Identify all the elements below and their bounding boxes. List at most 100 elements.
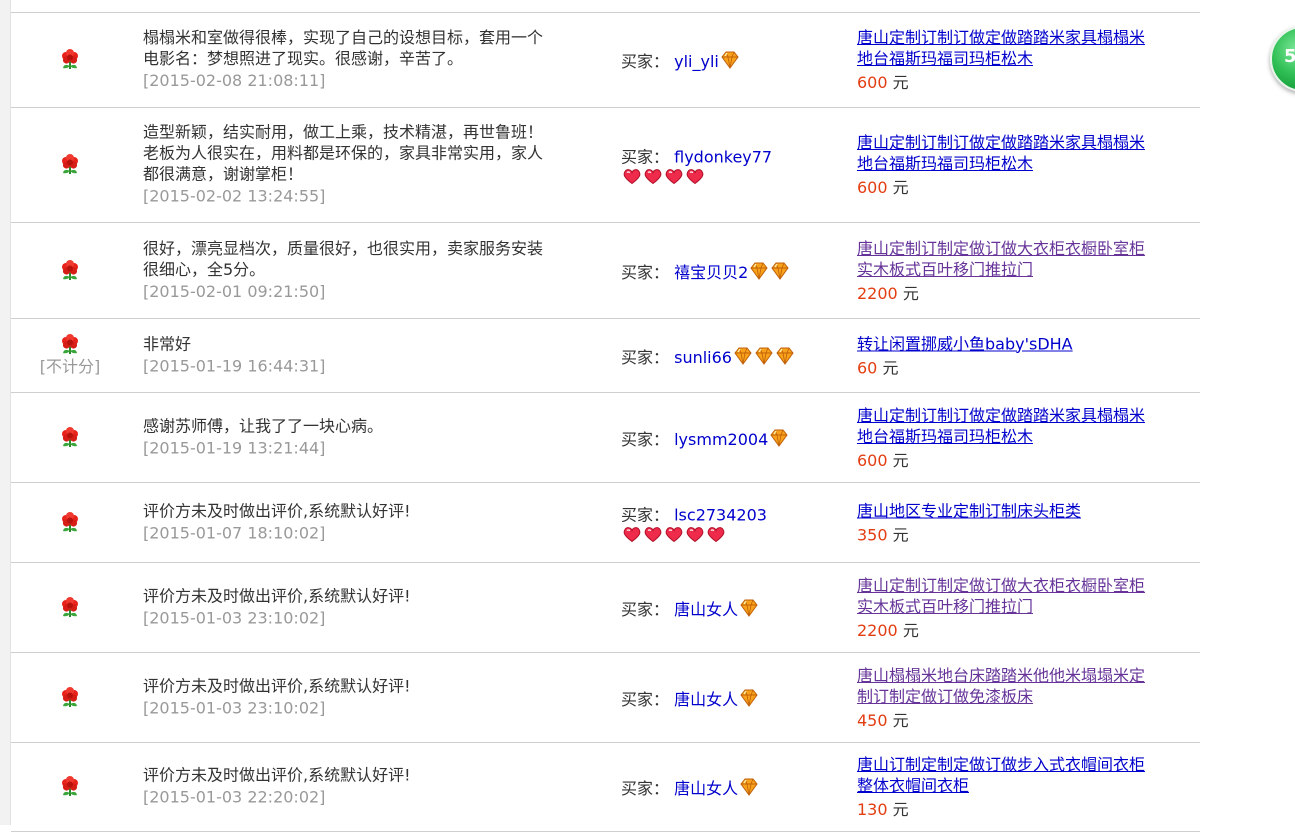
buyer-credit-badges <box>621 525 726 544</box>
item-price: 450 <box>857 710 888 730</box>
item-title-link[interactable]: 唐山定制订制定做订做大衣柜衣橱卧室柜 <box>857 238 1195 259</box>
buyer-credit-badges <box>621 168 705 187</box>
review-comment-line: 都很满意，谢谢掌柜！ <box>143 164 304 184</box>
buyer-cell: 买家： flydonkey77 <box>621 108 851 222</box>
buyer-name-link[interactable]: sunli66 <box>674 348 732 367</box>
review-row: 造型新颖，结实耐用，做工上乘，技术精湛，再世鲁班！ 老板为人很实在，用料都是环保的… <box>11 108 1200 223</box>
buyer-cell: 买家： 禧宝贝贝2 <box>621 223 851 318</box>
item-title-link[interactable]: 唐山定制订制订做定做踏踏米家具榻榻米 <box>857 27 1195 48</box>
no-score-label: [不计分] <box>39 356 101 376</box>
good-rating-flower-icon <box>62 333 78 354</box>
item-price: 130 <box>857 800 888 819</box>
buyer-cell: 买家： yli_yli <box>621 13 851 107</box>
item-cell: 转让闲置挪威小鱼baby'sDHA 60 元 <box>857 319 1195 392</box>
floating-action-button[interactable]: 5 <box>1270 26 1295 92</box>
price-currency: 元 <box>892 525 909 544</box>
buyer-credit-badges <box>738 599 759 619</box>
buyer-name-link[interactable]: lsc2734203 <box>674 505 767 524</box>
review-comment-line: 很好，漂亮显档次，质量很好，也很实用，卖家服务安装 <box>143 238 544 258</box>
diamond-icon <box>770 429 788 447</box>
item-title-link[interactable]: 唐山定制订制定做订做大衣柜衣橱卧室柜 <box>857 575 1195 596</box>
item-cell: 唐山定制订制订做定做踏踏米家具榻榻米 地台福斯玛福司玛柜松木 600 元 <box>857 108 1195 222</box>
price-currency: 元 <box>902 620 919 640</box>
buyer-name-link[interactable]: 禧宝贝贝2 <box>674 263 748 282</box>
rating-cell <box>11 483 129 562</box>
comment-cell: 评价方未及时做出评价,系统默认好评! [2015-01-03 22:20:02] <box>143 743 613 831</box>
heart-icon <box>686 526 704 542</box>
item-price-line: 60 元 <box>857 354 1195 378</box>
item-title-link[interactable]: 唐山定制订制订做定做踏踏米家具榻榻米 <box>857 405 1195 426</box>
good-rating-flower-icon <box>62 49 78 69</box>
item-cell: 唐山订制定制定做订做步入式衣帽间衣柜 整体衣帽间衣柜 130 元 <box>857 743 1195 831</box>
buyer-cell: 买家： 唐山女人 <box>621 563 851 652</box>
buyer-credit-badges <box>748 262 790 282</box>
buyer-name-link[interactable]: flydonkey77 <box>674 148 772 167</box>
item-title-link[interactable]: 制订制定做订做免漆板床 <box>857 686 1195 707</box>
item-price-line: 2200 元 <box>857 280 1195 304</box>
diamond-icon <box>771 262 789 280</box>
review-comment-line: 很细心，全5分。 <box>143 259 266 279</box>
item-price: 600 <box>857 178 888 197</box>
buyer-name-link[interactable]: 唐山女人 <box>674 779 738 798</box>
heart-icon <box>623 169 641 185</box>
rating-cell <box>11 563 129 652</box>
review-timestamp: [2015-01-19 16:44:31] <box>143 356 326 375</box>
buyer-label: 买家： <box>621 779 670 798</box>
price-currency: 元 <box>882 358 899 377</box>
item-title-link[interactable]: 实木板式百叶移门推拉门 <box>857 259 1195 280</box>
item-title-link[interactable]: 地台福斯玛福司玛柜松木 <box>857 426 1195 447</box>
review-timestamp: [2015-02-01 09:21:50] <box>143 281 326 301</box>
review-row: 评价方未及时做出评价,系统默认好评! [2015-01-03 22:20:02] 买… <box>11 743 1200 832</box>
item-cell: 唐山定制订制订做定做踏踏米家具榻榻米 地台福斯玛福司玛柜松木 600 元 <box>857 13 1195 107</box>
buyer-cell: 买家： lsc2734203 <box>621 483 851 562</box>
rating-cell <box>11 13 129 107</box>
buyer-label: 买家： <box>621 347 670 367</box>
price-currency: 元 <box>902 283 919 303</box>
item-title-link[interactable]: 转让闲置挪威小鱼baby'sDHA <box>857 333 1195 354</box>
comment-cell: 感谢苏师傅，让我了了一块心病。 [2015-01-19 13:21:44] <box>143 393 613 482</box>
item-cell: 唐山地区专业定制订制床头柜类 350 元 <box>857 483 1195 562</box>
rating-cell <box>11 393 129 482</box>
item-price-line: 130 元 <box>857 796 1195 820</box>
item-title-link[interactable]: 唐山榻榻米地台床踏踏米他他米塌塌米定 <box>857 665 1195 686</box>
floating-button-label: 5 <box>1284 46 1295 67</box>
item-title-link[interactable]: 实木板式百叶移门推拉门 <box>857 596 1195 617</box>
buyer-name-link[interactable]: 唐山女人 <box>674 600 738 619</box>
review-timestamp: [2015-01-03 23:10:02] <box>143 698 326 717</box>
buyer-name-link[interactable]: yli_yli <box>674 52 719 71</box>
buyer-label: 买家： <box>621 689 670 709</box>
rating-cell <box>11 743 129 831</box>
review-comment-line: 老板为人很实在，用料都是环保的，家具非常实用，家人 <box>143 143 544 163</box>
item-title-link[interactable]: 唐山定制订制订做定做踏踏米家具榻榻米 <box>857 132 1195 153</box>
item-price-line: 450 元 <box>857 707 1195 731</box>
buyer-label: 买家： <box>621 262 670 282</box>
buyer-name-link[interactable]: 唐山女人 <box>674 690 738 709</box>
good-rating-flower-icon <box>62 596 78 617</box>
review-list: 榻榻米和室做得很棒，实现了自己的设想目标，套用一个 电影名：梦想照进了现实。很感谢… <box>11 12 1200 832</box>
item-price: 60 <box>857 358 878 377</box>
item-price: 600 <box>857 73 888 92</box>
review-comment-line: 榻榻米和室做得很棒，实现了自己的设想目标，套用一个 <box>143 28 544 47</box>
review-timestamp: [2015-02-02 13:24:55] <box>143 186 326 206</box>
diamond-icon <box>776 347 794 365</box>
comment-cell: 评价方未及时做出评价,系统默认好评! [2015-01-07 18:10:02] <box>143 483 613 562</box>
review-comment-line: 感谢苏师傅，让我了了一块心病。 <box>143 416 384 435</box>
buyer-label: 买家： <box>621 599 670 619</box>
rating-cell <box>11 223 129 318</box>
rating-cell <box>11 108 129 222</box>
item-title-link[interactable]: 地台福斯玛福司玛柜松木 <box>857 48 1195 69</box>
comment-cell: 榻榻米和室做得很棒，实现了自己的设想目标，套用一个 电影名：梦想照进了现实。很感谢… <box>143 13 613 107</box>
buyer-name-link[interactable]: lysmm2004 <box>674 430 768 449</box>
review-timestamp: [2015-02-08 21:08:11] <box>143 71 326 90</box>
item-title-link[interactable]: 唐山地区专业定制订制床头柜类 <box>857 500 1195 521</box>
item-cell: 唐山榻榻米地台床踏踏米他他米塌塌米定 制订制定做订做免漆板床 450 元 <box>857 653 1195 742</box>
price-currency: 元 <box>892 710 909 730</box>
review-timestamp: [2015-01-03 22:20:02] <box>143 787 326 807</box>
item-title-link[interactable]: 唐山订制定制定做订做步入式衣帽间衣柜 <box>857 754 1195 775</box>
diamond-icon <box>734 347 752 365</box>
heart-icon <box>707 526 725 542</box>
buyer-label: 买家： <box>621 147 670 167</box>
item-title-link[interactable]: 地台福斯玛福司玛柜松木 <box>857 153 1195 174</box>
price-currency: 元 <box>892 800 909 819</box>
item-title-link[interactable]: 整体衣帽间衣柜 <box>857 775 1195 796</box>
